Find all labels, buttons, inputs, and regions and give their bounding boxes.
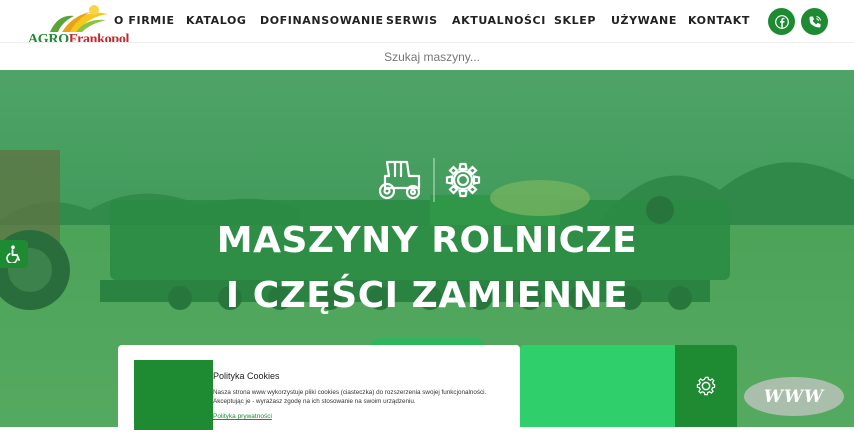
search-bar (0, 42, 854, 71)
nav-sklep[interactable]: SKLEP (554, 14, 596, 27)
cookie-text: Nasza strona www wykorzystuje pliki cook… (213, 389, 487, 405)
www-badge[interactable]: WWW (744, 377, 844, 416)
search-input[interactable] (330, 47, 534, 67)
privacy-policy-link[interactable]: Polityka prywatności (213, 413, 272, 420)
nav-kontakt[interactable]: KONTAKT (688, 14, 750, 27)
site-header: AGROFrankopol O FIRMIE KATALOG DOFINANSO… (0, 0, 854, 47)
nav-dofinansowanie[interactable]: DOFINANSOWANIE (260, 14, 384, 27)
cookie-title: Polityka Cookies (213, 371, 280, 381)
cookie-settings-button[interactable] (675, 345, 737, 427)
wheelchair-icon (6, 245, 20, 263)
tractor-and-gear-icon (378, 158, 481, 202)
nav-uzywane[interactable]: UŻYWANE (611, 14, 677, 27)
phone-button[interactable] (801, 8, 828, 35)
phone-icon (809, 15, 821, 27)
nav-serwis[interactable]: SERWIS (386, 14, 438, 27)
hero-title-line2: I CZĘŚCI ZAMIENNE (225, 275, 629, 316)
cookie-accept-button[interactable] (520, 345, 675, 427)
hero-title-line1: MASZYNY ROLNICZE (216, 220, 638, 261)
www-badge-label: WWW (763, 386, 825, 407)
facebook-icon (774, 14, 789, 29)
gear-icon (696, 376, 716, 396)
cookie-accent-block (134, 360, 213, 430)
facebook-button[interactable] (768, 8, 795, 35)
nav-o-firmie[interactable]: O FIRMIE (114, 14, 175, 27)
accessibility-button[interactable] (0, 240, 28, 268)
nav-aktualnosci[interactable]: AKTUALNOŚCI (452, 14, 546, 27)
nav-katalog[interactable]: KATALOG (186, 14, 247, 27)
